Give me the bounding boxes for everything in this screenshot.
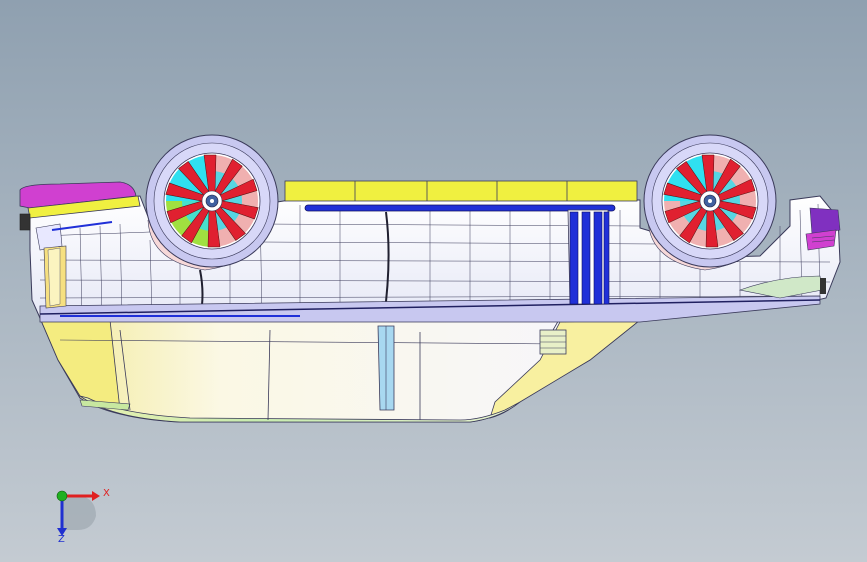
axis-triad[interactable]: X Z [56,488,110,545]
cad-viewport[interactable]: X Z [0,0,867,562]
x-axis-arrowhead [92,491,100,501]
z-axis-label: Z [58,534,65,545]
front-wheel[interactable] [145,134,279,268]
fuel-tank[interactable] [567,209,610,305]
x-axis-label: X [103,488,110,499]
model-canvas[interactable]: X Z [0,0,867,562]
rear-wheel[interactable] [643,134,777,268]
triad-shadow [62,496,96,530]
floor-rail[interactable] [284,180,638,202]
y-axis-dot [56,490,68,502]
